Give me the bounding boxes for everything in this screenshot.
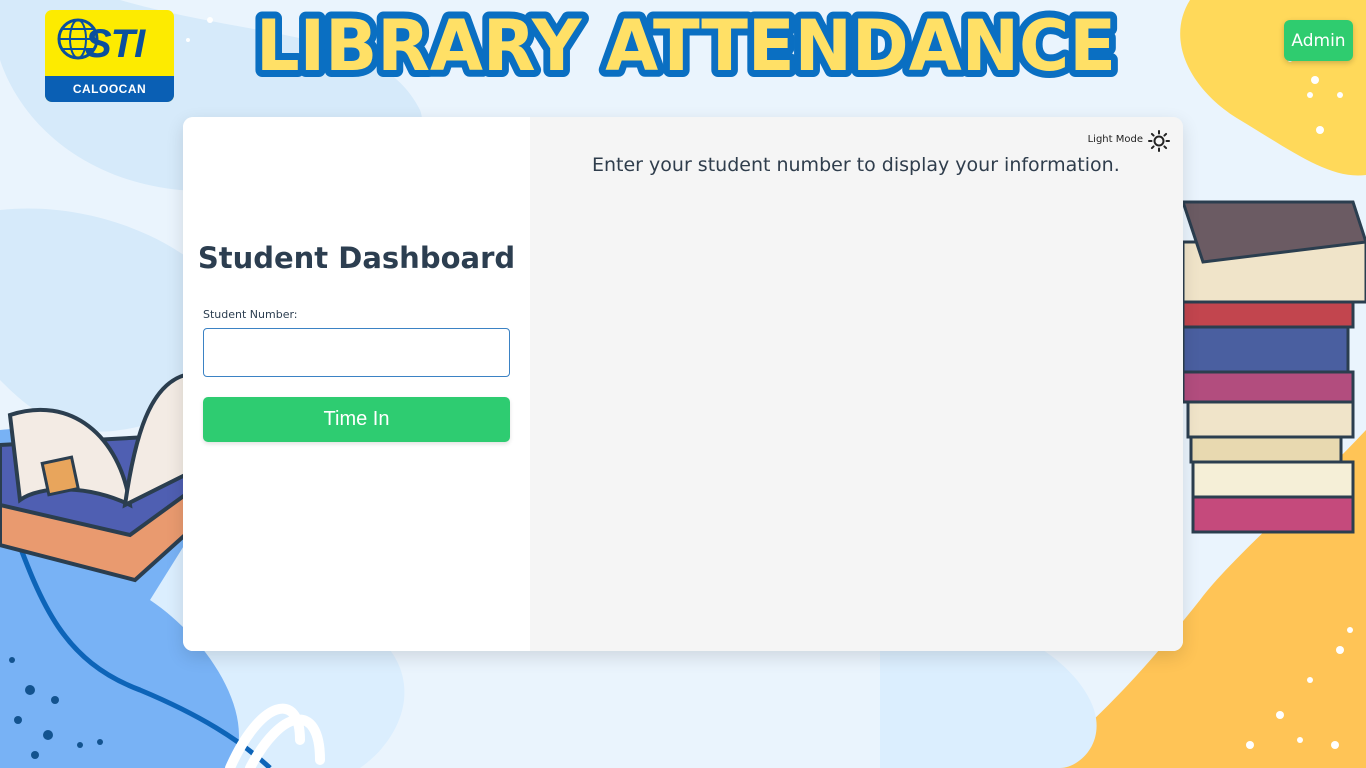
sun-icon[interactable] [1148, 130, 1170, 152]
student-dashboard-panel: Student Dashboard Student Number: Time I… [183, 117, 530, 651]
student-number-input[interactable] [203, 328, 510, 377]
page-title: LIBRARY ATTENDANCE LIBRARY ATTENDANCE [249, 2, 1123, 86]
dashboard-title: Student Dashboard [197, 241, 516, 275]
time-in-button[interactable]: Time In [203, 397, 510, 442]
page-title-text: LIBRARY ATTENDANCE [256, 5, 1116, 86]
attendance-card: Student Dashboard Student Number: Time I… [183, 117, 1183, 651]
light-mode-label: Light Mode [1087, 134, 1143, 145]
logo-campus: CALOOCAN [45, 76, 174, 102]
student-info-panel: Light Mode Enter your student number to … [530, 117, 1183, 651]
sti-logo: STI CALOOCAN [45, 10, 174, 102]
logo-brand-text: STI [85, 22, 145, 66]
info-message: Enter your student number to display you… [592, 154, 1120, 176]
student-number-label: Student Number: [203, 308, 298, 321]
admin-button[interactable]: Admin [1284, 20, 1353, 61]
